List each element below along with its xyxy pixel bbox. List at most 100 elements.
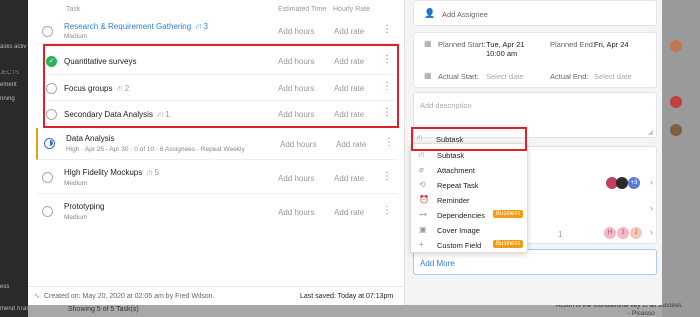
menu-item-label: Dependencies — [437, 211, 485, 220]
planned-start-label: Planned Start: — [438, 40, 486, 49]
menu-item-label: Custom Field — [437, 241, 482, 250]
column-header-task: Task — [66, 6, 81, 13]
image-icon: ▣ — [419, 225, 427, 234]
menu-item-repeat-task[interactable]: ⟲ Repeat Task — [411, 177, 529, 193]
task-title[interactable]: Research & Requirement Gathering ⛙ 3 — [64, 22, 208, 32]
add-rate-button[interactable]: Add rate — [334, 27, 364, 36]
task-title[interactable]: Data Analysis — [66, 134, 114, 143]
highlight-box — [43, 44, 399, 128]
repeat-icon: ⟲ — [419, 180, 426, 189]
quote-author: - Picasso — [628, 310, 655, 317]
add-rate-button[interactable]: Add rate — [334, 174, 364, 183]
task-title[interactable]: High Fidelity Mockups ⛙ 5 — [64, 168, 159, 178]
chevron-right-icon[interactable]: › — [650, 227, 653, 237]
menu-item-label: Subtask — [437, 151, 465, 160]
highlighted-subtask-label[interactable]: Subtask — [436, 135, 463, 144]
planned-start-value[interactable]: Tue, Apr 21 — [486, 40, 525, 49]
avatar: J — [630, 227, 642, 239]
sidebar-fragment: mend nTask — [0, 306, 28, 312]
sidebar-fragment: asks activ — [0, 44, 27, 50]
chevron-right-icon[interactable]: › — [650, 177, 653, 187]
task-priority: Medium — [64, 33, 88, 40]
sidebar-fragment: ement — [0, 82, 17, 88]
avatar — [670, 40, 682, 52]
sidebar-fragment: ess — [0, 284, 10, 290]
subtask-count: 3 — [203, 22, 208, 31]
status-circle[interactable] — [42, 206, 53, 217]
more-options-icon[interactable]: ⋮ — [382, 24, 392, 35]
avatar: H — [604, 227, 616, 239]
actual-start-input[interactable]: Select date — [486, 72, 524, 81]
column-header-estimated: Estimated Time — [278, 6, 327, 13]
subtask-icon: ⛙ — [419, 150, 425, 159]
subtask-pane: Task Estimated Time Hourly Rate Research… — [28, 0, 404, 305]
menu-item-label: Repeat Task — [437, 181, 479, 190]
add-hours-button[interactable]: Add hours — [278, 208, 314, 217]
task-title[interactable]: Prototyping — [64, 202, 104, 211]
add-rate-button[interactable]: Add rate — [336, 140, 366, 149]
business-badge: Business — [493, 240, 524, 248]
add-rate-button[interactable]: Add rate — [334, 208, 364, 217]
task-meta: High · Apr 25 - Apr 30 · 0 of 10 · 6 Ass… — [66, 146, 245, 153]
column-header-rate: Hourly Rate — [333, 6, 370, 13]
avatar-more[interactable]: +3 — [628, 177, 640, 189]
menu-item-custom-field[interactable]: + Custom Field Business — [411, 237, 529, 253]
task-count-text: Showing 5 of 5 Task(s) — [68, 306, 139, 313]
status-circle[interactable] — [42, 26, 53, 37]
task-priority: Medium — [64, 180, 88, 187]
actual-end-input[interactable]: Select date — [594, 72, 632, 81]
chevron-right-icon[interactable]: › — [650, 203, 653, 213]
menu-item-label: Attachment — [437, 166, 475, 175]
task-row[interactable]: Prototyping Medium Add hours Add rate ⋮ — [36, 196, 398, 228]
dependency-icon: ⊶ — [419, 210, 427, 219]
planned-end-label: Planned End: — [550, 40, 596, 49]
assignee-card[interactable]: 👤 Add Assignee — [413, 0, 657, 26]
task-title-text: High Fidelity Mockups — [64, 168, 143, 177]
resize-handle-icon[interactable]: ◢ — [648, 128, 653, 136]
subtask-count-fragment: 1 — [558, 230, 563, 239]
alarm-icon: ⏰ — [419, 195, 429, 204]
planned-end-value[interactable]: Fri, Apr 24 — [594, 40, 629, 49]
add-hours-button[interactable]: Add hours — [278, 27, 314, 36]
modal-footer: ∿ Created on: May 20, 2020 at 02:05 am b… — [28, 286, 404, 305]
created-info: Created on: May 20, 2020 at 02:05 am by … — [44, 293, 215, 300]
more-options-icon[interactable]: ⋮ — [382, 171, 392, 182]
add-field-menu: ⛙ Subtask ⌀ Attachment ⟲ Repeat Task ⏰ R… — [410, 143, 528, 253]
sidebar-fragment: nning — [0, 96, 15, 102]
add-more-label: Add More — [420, 259, 455, 268]
task-row[interactable]: Data Analysis High · Apr 25 - Apr 30 · 0… — [36, 128, 398, 160]
menu-item-dependencies[interactable]: ⊶ Dependencies Business — [411, 207, 529, 223]
add-hours-button[interactable]: Add hours — [278, 174, 314, 183]
app-sidebar: asks activ JECTS ement nning ess mend nT… — [0, 0, 28, 317]
more-options-icon[interactable]: ⋮ — [384, 137, 394, 148]
avatar — [670, 96, 682, 108]
subtask-icon: ⛙ — [417, 133, 423, 142]
dates-card: ▦ Planned Start: Tue, Apr 21 10:00 am Pl… — [413, 32, 657, 88]
activity-icon: ∿ — [34, 293, 40, 300]
planned-start-time[interactable]: 10:00 am — [486, 49, 517, 58]
add-user-icon: 👤 — [424, 8, 436, 18]
task-row[interactable]: High Fidelity Mockups ⛙ 5 Medium Add hou… — [36, 162, 398, 194]
task-priority: Medium — [64, 214, 88, 221]
paperclip-icon: ⌀ — [419, 165, 424, 174]
menu-item-cover-image[interactable]: ▣ Cover Image — [411, 222, 529, 238]
plus-icon: + — [419, 240, 424, 249]
calendar-icon: ▦ — [424, 71, 432, 80]
avatar — [616, 177, 628, 189]
highlight-box — [411, 127, 527, 151]
task-title-text: Research & Requirement Gathering — [64, 22, 192, 31]
add-assignee-button[interactable]: Add Assignee — [442, 10, 488, 19]
description-placeholder: Add description — [420, 101, 472, 110]
subtask-count: 5 — [154, 168, 160, 177]
menu-item-reminder[interactable]: ⏰ Reminder — [411, 192, 529, 208]
avatar: J — [617, 227, 629, 239]
business-badge: Business — [493, 210, 524, 218]
status-circle[interactable] — [42, 172, 53, 183]
subtask-icon: ⛙ — [144, 168, 155, 177]
add-hours-button[interactable]: Add hours — [280, 140, 316, 149]
menu-item-attachment[interactable]: ⌀ Attachment — [411, 162, 529, 178]
parent-task-row[interactable]: Research & Requirement Gathering ⛙ 3 Med… — [36, 18, 398, 44]
more-options-icon[interactable]: ⋮ — [382, 205, 392, 216]
progress-circle[interactable] — [44, 138, 55, 149]
actual-end-label: Actual End: — [550, 72, 589, 81]
